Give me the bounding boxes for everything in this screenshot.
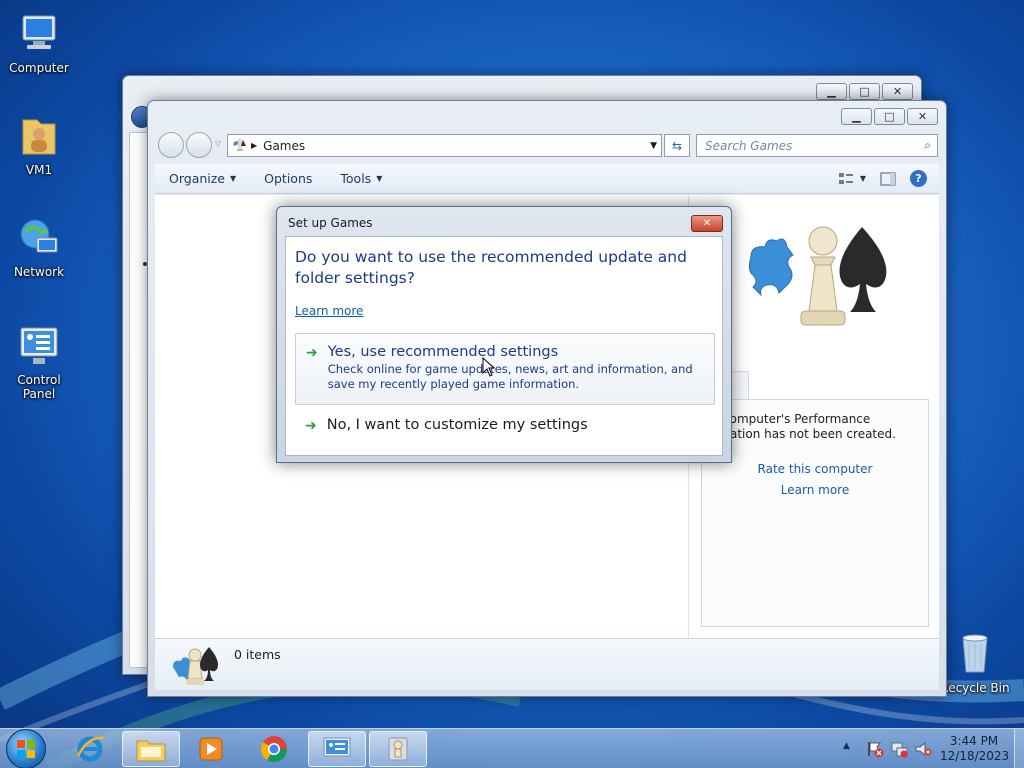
recycle-bin-icon	[951, 630, 999, 678]
games-icon	[173, 647, 218, 685]
games-icon	[388, 737, 408, 761]
address-bar[interactable]: ▶ Games ▼	[227, 134, 662, 157]
forward-button[interactable]	[186, 132, 212, 158]
desktop-icon-computer[interactable]: Computer	[0, 10, 78, 75]
show-desktop-button[interactable]	[1014, 729, 1024, 768]
learn-more-link[interactable]: Learn more	[702, 483, 928, 497]
internet-explorer-icon	[76, 736, 105, 762]
close-icon: ✕	[702, 218, 712, 229]
details-pane: 0 items	[155, 638, 939, 690]
control-panel-icon	[15, 322, 63, 370]
preview-pane-icon[interactable]	[880, 172, 896, 186]
recent-pages-chevron-icon[interactable]: ▽	[215, 139, 221, 148]
dialog-close-button[interactable]: ✕	[691, 215, 723, 232]
games-small-icon	[231, 136, 249, 155]
help-icon[interactable]: ?	[910, 170, 927, 187]
network-icon	[15, 214, 63, 262]
desktop-icon-label: Recycle Bin	[940, 681, 1010, 695]
change-view-button[interactable]: ▼	[838, 172, 866, 186]
mouse-cursor-icon	[482, 357, 496, 377]
desktop-icon-label: Network	[13, 265, 65, 279]
customize-settings-option[interactable]: ➜ No, I want to customize my settings	[295, 417, 715, 447]
action-center-icon[interactable]	[866, 740, 884, 758]
maximize-button[interactable]: □	[849, 83, 880, 100]
taskbar: ▲ 3:44 PM 12/18/2023	[0, 728, 1024, 768]
taskbar-media-player[interactable]	[182, 731, 240, 767]
search-input[interactable]: Search Games ⌕	[696, 134, 938, 157]
chevron-down-icon: ▼	[230, 174, 237, 183]
tools-menu[interactable]: Tools ▼	[326, 171, 396, 186]
setup-games-dialog[interactable]: Set up Games ✕ Do you want to use the re…	[276, 206, 732, 463]
desktop-icon-network[interactable]: Network	[0, 214, 78, 279]
desktop-icon-control-panel[interactable]: Control Panel	[0, 322, 78, 401]
user-folder-icon	[15, 112, 63, 160]
breadcrumb-arrow-icon[interactable]: ▶	[251, 141, 257, 150]
taskbar-windows-explorer[interactable]	[122, 731, 180, 767]
dialog-title: Set up Games	[288, 216, 373, 230]
tools-label: Tools	[340, 171, 372, 186]
item-count: 0 items	[234, 647, 281, 662]
close-button[interactable]: ✕	[882, 83, 913, 100]
green-arrow-icon: ➜	[305, 418, 317, 434]
address-dropdown-icon[interactable]: ▼	[650, 141, 657, 151]
dialog-body: Do you want to use the recommended updat…	[285, 236, 723, 456]
games-explorer-art-icon	[748, 226, 887, 326]
command-bar: Organize ▼ Options Tools ▼ ▼ ?	[155, 164, 939, 194]
refresh-button[interactable]: ⇆	[664, 134, 690, 157]
options-label: Options	[264, 171, 313, 186]
minimize-button[interactable]: ▁	[816, 83, 847, 100]
chevron-down-icon: ▼	[376, 174, 383, 183]
view-icon	[838, 172, 853, 184]
computer-icon	[15, 10, 63, 58]
performance-panel: his computer's Performance formation has…	[701, 399, 929, 627]
windows-logo-icon	[17, 740, 35, 758]
clock-date: 12/18/2023	[940, 749, 1010, 763]
back-button[interactable]	[158, 132, 184, 158]
rate-this-computer-link[interactable]: Rate this computer	[702, 462, 928, 476]
window-caption-buttons: ▁ □ ✕	[816, 83, 913, 100]
chevron-down-icon: ▼	[859, 174, 866, 183]
system-clock[interactable]: 3:44 PM 12/18/2023	[940, 734, 1010, 764]
performance-info-text: his computer's Performance formation has…	[702, 412, 896, 441]
options-button[interactable]: Options	[250, 171, 326, 186]
taskbar-control-panel[interactable]	[308, 731, 366, 767]
volume-muted-icon[interactable]	[914, 740, 932, 758]
control-panel-icon	[323, 737, 351, 761]
desktop-icon-recycle-bin[interactable]: Recycle Bin	[936, 630, 1014, 695]
search-placeholder: Search Games	[705, 138, 793, 153]
windows-explorer-icon	[136, 740, 166, 762]
desktop-icon-label: Computer	[9, 61, 69, 75]
show-hidden-icons-button[interactable]: ▲	[843, 741, 850, 751]
search-icon[interactable]: ⌕	[924, 138, 931, 153]
media-player-icon	[199, 737, 223, 761]
desktop-icon-label: VM1	[25, 163, 53, 177]
taskbar-chrome[interactable]	[245, 731, 303, 767]
desktop-icon-label: Control Panel	[17, 373, 61, 401]
learn-more-link[interactable]: Learn more	[295, 304, 363, 318]
minimize-button[interactable]: ▁	[841, 108, 872, 125]
green-arrow-icon: ➜	[306, 345, 318, 361]
taskbar-internet-explorer[interactable]	[61, 731, 119, 767]
organize-label: Organize	[169, 171, 225, 186]
taskbar-games[interactable]	[369, 731, 427, 767]
recommended-option-description: Check online for game updates, news, art…	[327, 362, 693, 391]
desktop-icon-vm1[interactable]: VM1	[0, 112, 78, 177]
recommended-option-title: Yes, use recommended settings	[327, 344, 559, 360]
start-button[interactable]	[6, 729, 46, 768]
recommended-settings-option[interactable]: ➜ Yes, use recommended settings Check on…	[295, 333, 715, 405]
breadcrumb[interactable]: Games	[263, 139, 305, 153]
refresh-icon: ⇆	[671, 138, 683, 153]
close-button[interactable]: ✕	[907, 108, 938, 125]
customize-option-title: No, I want to customize my settings	[326, 417, 588, 433]
organize-menu[interactable]: Organize ▼	[155, 171, 250, 186]
network-tray-icon[interactable]	[890, 740, 908, 758]
dialog-question: Do you want to use the recommended updat…	[295, 248, 687, 287]
window-caption-buttons: ▁ □ ✕	[841, 108, 938, 125]
chrome-icon	[260, 736, 288, 763]
maximize-button[interactable]: □	[874, 108, 905, 125]
clock-time: 3:44 PM	[949, 734, 999, 748]
